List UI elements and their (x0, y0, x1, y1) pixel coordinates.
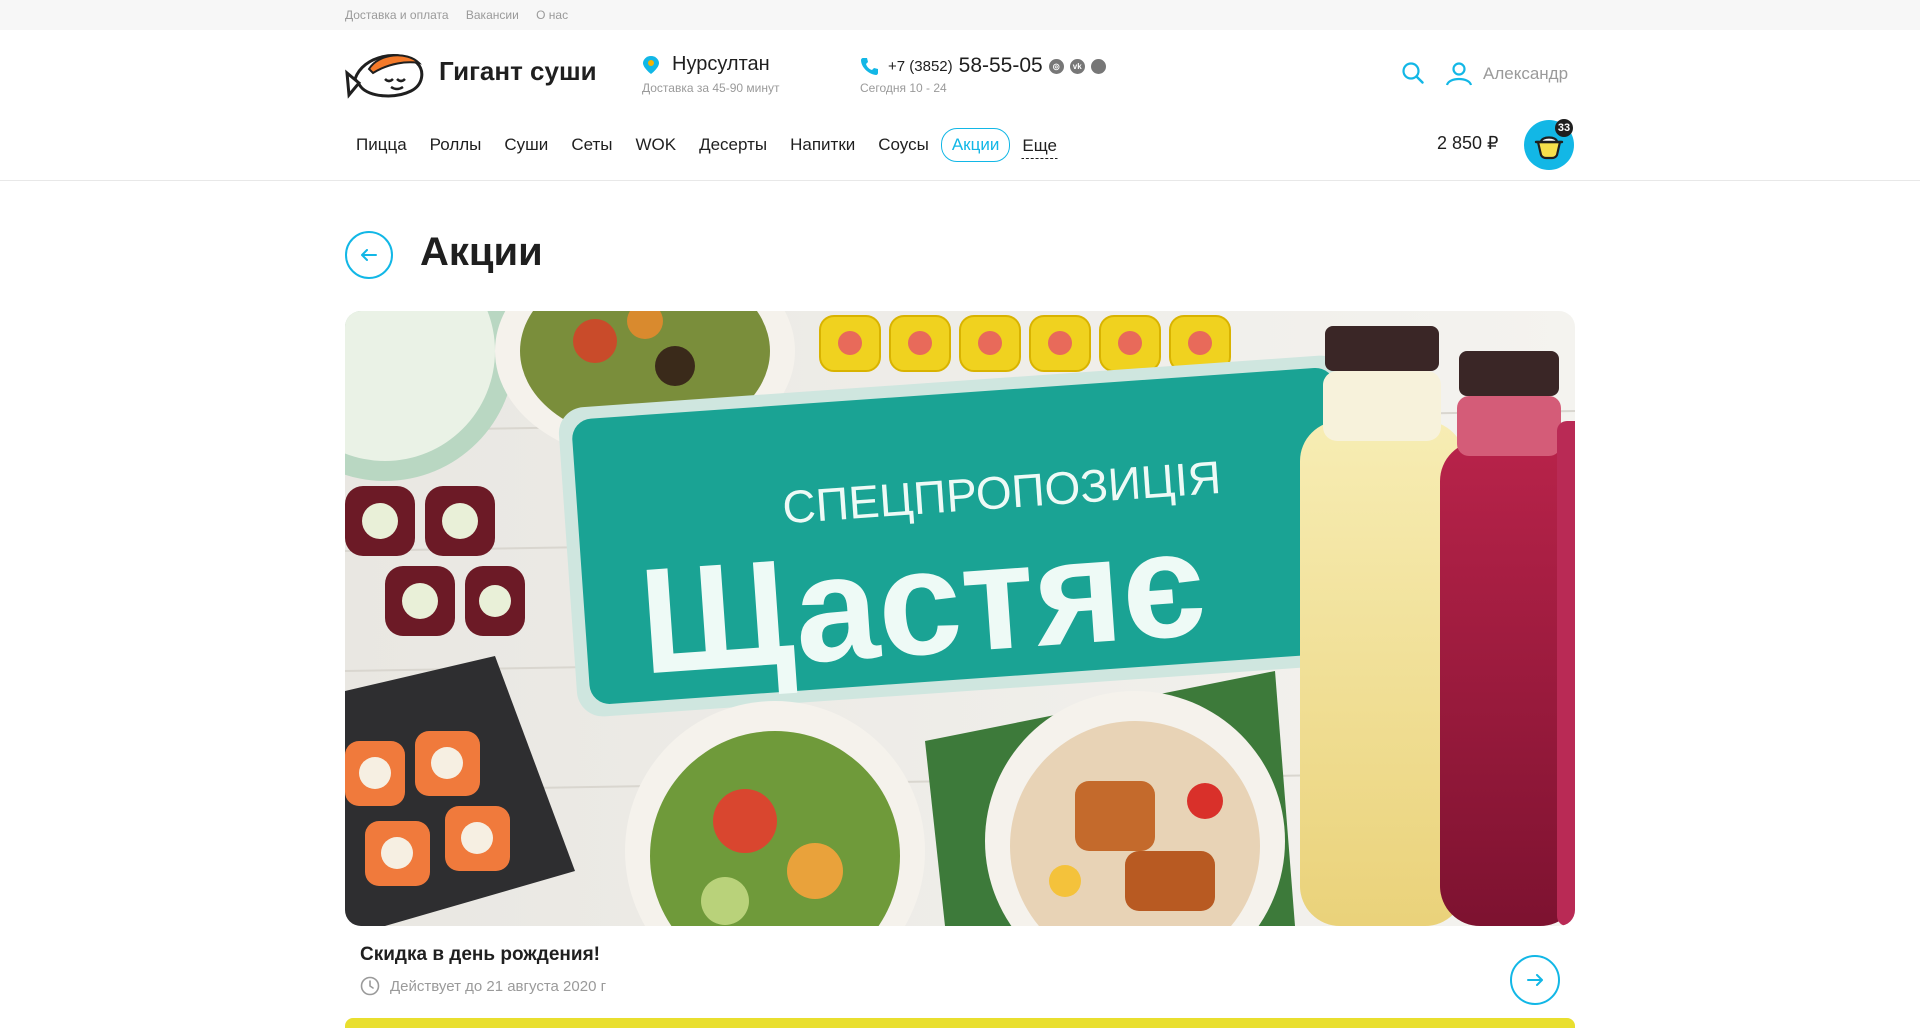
cart-total[interactable]: 2 850 ₽ (1437, 133, 1499, 154)
nav-item-sets[interactable]: Сеты (560, 128, 623, 162)
clock-icon (360, 976, 380, 996)
delivery-time: Доставка за 45-90 минут (642, 81, 780, 95)
promo-validity: Действует до 21 августа 2020 г (360, 976, 606, 996)
nav-more-dropdown[interactable]: Еще (1021, 131, 1058, 159)
nav-item-drinks[interactable]: Напитки (779, 128, 866, 162)
category-nav: Пицца Роллы Суши Сеты WOK Десерты Напитк… (345, 128, 1059, 162)
promo-validity-text: Действует до 21 августа 2020 г (390, 977, 607, 995)
top-link-delivery[interactable]: Доставка и оплата (345, 8, 449, 22)
phone-code[interactable]: +7 (3852) (888, 58, 953, 75)
arrow-left-icon (361, 249, 377, 261)
page-title: Акции (420, 230, 543, 274)
city-name: Нурсултан (672, 53, 770, 75)
brand-name[interactable]: Гигант суши (439, 56, 597, 87)
promo-banner[interactable]: СПЕЦПРОПОЗИЦІЯ Щастяє (345, 311, 1575, 926)
top-link-about[interactable]: О нас (536, 8, 568, 22)
next-promo-banner-edge[interactable] (345, 1018, 1575, 1028)
cart-count-badge: 33 (1555, 119, 1573, 137)
nav-item-sushi[interactable]: Суши (493, 128, 559, 162)
instagram-icon[interactable]: ◎ (1048, 58, 1064, 74)
nav-item-pizza[interactable]: Пицца (345, 128, 418, 162)
logo-fish-icon[interactable] (345, 49, 427, 101)
promo-title[interactable]: Скидка в день рождения! (360, 944, 600, 966)
phone-icon (861, 58, 878, 75)
arrow-right-icon (1527, 974, 1543, 986)
phone-number[interactable]: 58-55-05 (959, 54, 1043, 78)
nav-item-desserts[interactable]: Десерты (688, 128, 778, 162)
promo-banner-image: СПЕЦПРОПОЗИЦІЯ Щастяє (345, 311, 1575, 926)
user-name: Александр (1483, 64, 1569, 83)
top-link-vacancies[interactable]: Вакансии (466, 8, 519, 22)
nav-item-promotions[interactable]: Акции (940, 128, 1011, 162)
search-icon[interactable] (1402, 62, 1424, 84)
promo-open-button[interactable] (1510, 955, 1560, 1005)
social-other-icon[interactable] (1090, 58, 1106, 74)
nav-item-rolls[interactable]: Роллы (419, 128, 493, 162)
back-button[interactable] (345, 231, 393, 279)
working-hours: Сегодня 10 - 24 (860, 81, 947, 95)
location-pin-icon (643, 55, 659, 74)
city-selector[interactable]: Нурсултан (642, 53, 770, 76)
nav-item-sauces[interactable]: Соусы (867, 128, 940, 162)
phone-block: +7 (3852) 58-55-05 ◎ vk (860, 54, 1106, 78)
user-icon (1445, 62, 1473, 86)
nav-item-wok[interactable]: WOK (624, 128, 687, 162)
top-links: Доставка и оплата Вакансии О нас (345, 8, 582, 22)
user-account[interactable]: Александр (1445, 62, 1568, 86)
top-links-bar (0, 0, 1920, 30)
vk-icon[interactable]: vk (1069, 58, 1085, 74)
